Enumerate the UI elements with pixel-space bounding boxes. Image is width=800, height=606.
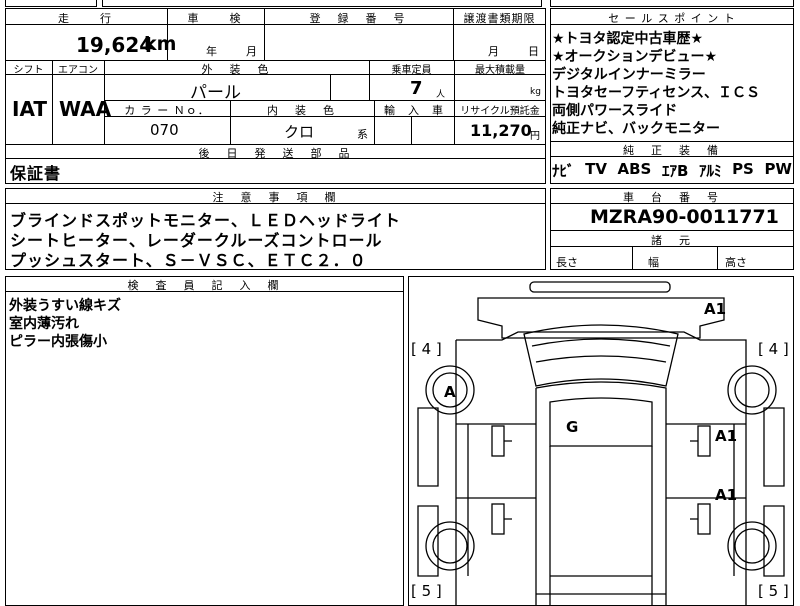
interior-color-suffix: 系 bbox=[357, 128, 368, 141]
front-bumper-outline bbox=[529, 281, 671, 293]
equipment-item: ｴｱB bbox=[661, 162, 689, 180]
sales-point-item: デジタルインナーミラー bbox=[552, 67, 706, 83]
top-strip-left bbox=[5, 0, 97, 7]
damage-mark-a1-right-front: A1 bbox=[715, 427, 738, 445]
dimensions-label: 諸 元 bbox=[651, 234, 693, 247]
tire-bracket-front-right: [ 4 ] bbox=[758, 340, 789, 358]
exterior-color-label: 外 装 色 bbox=[201, 63, 272, 76]
sales-points-label: セ ー ル ス ポ イ ン ト bbox=[608, 12, 736, 25]
capacity-label: 乗車定員 bbox=[391, 65, 432, 76]
equipment-item: ﾅﾋﾞ bbox=[552, 162, 575, 180]
shift-label: シフト bbox=[13, 65, 44, 76]
notes-label: 注 意 事 項 欄 bbox=[212, 191, 339, 204]
equipment-item: PW bbox=[764, 160, 792, 178]
transfer-day: 日 bbox=[528, 45, 539, 58]
sales-point-item: ★トヨタ認定中古車歴★ bbox=[552, 31, 704, 47]
equipment-item: PS bbox=[732, 160, 754, 178]
body-outline bbox=[455, 331, 747, 606]
capacity-unit: 人 bbox=[436, 90, 446, 100]
equipment-item: ｱﾙﾐ bbox=[698, 162, 722, 180]
later-parts-value: 保証書 bbox=[10, 164, 62, 183]
sales-point-item: 両側パワースライド bbox=[552, 103, 678, 119]
equipment-item: ABS bbox=[617, 160, 652, 178]
sales-point-item: ★オークションデビュー★ bbox=[552, 49, 718, 65]
sales-point-item: 純正ナビ、バックモニター bbox=[552, 121, 720, 137]
equipment-item: TV bbox=[585, 160, 607, 178]
damage-mark-a-left: A bbox=[444, 383, 456, 401]
recycle-label: リサイクル預託金 bbox=[460, 106, 540, 117]
dimension-width: 幅 bbox=[648, 256, 659, 269]
inspector-label: 検 査 員 記 入 欄 bbox=[127, 279, 282, 292]
recycle-fee-value: 11,270 bbox=[470, 121, 532, 140]
inspection-year: 年 bbox=[206, 45, 217, 58]
aircon-label: エアコン bbox=[58, 65, 98, 76]
notes-line: プッシュスタート、Ｓ－ＶＳＣ、ＥＴＣ２．０ bbox=[10, 251, 367, 270]
top-strip-right bbox=[550, 0, 794, 7]
transfer-month: 月 bbox=[488, 45, 499, 58]
dimension-length: 長さ bbox=[556, 256, 578, 269]
import-label: 輸 入 車 bbox=[384, 104, 444, 117]
inspector-line: 室内薄汚れ bbox=[9, 316, 79, 332]
inspection-label: 車 検 bbox=[187, 12, 244, 25]
left-door-outline bbox=[456, 423, 536, 576]
interior-color-value: クロ bbox=[284, 123, 315, 141]
tire-bracket-front-left: [ 4 ] bbox=[411, 340, 442, 358]
sales-point-item: トヨタセーフティセンス、ＩＣＳ bbox=[552, 85, 761, 101]
mileage-value: 19,624 bbox=[76, 33, 154, 57]
max-load-unit: kg bbox=[530, 87, 541, 97]
transfer-deadline-label: 譲渡書類期限 bbox=[463, 12, 536, 25]
left-mirror-outline bbox=[417, 407, 439, 577]
registration-label: 登 録 番 号 bbox=[309, 12, 408, 25]
dimension-height: 高さ bbox=[725, 256, 747, 269]
damage-mark-a1-top: A1 bbox=[704, 300, 727, 318]
right-mirror-outline bbox=[763, 407, 785, 577]
later-parts-label: 後 日 発 送 部 品 bbox=[198, 147, 353, 160]
capacity-value: 7 bbox=[410, 78, 423, 99]
mileage-unit: km bbox=[144, 33, 177, 55]
inspector-line: ピラー内張傷小 bbox=[9, 334, 107, 350]
max-load-label: 最大積載量 bbox=[475, 65, 525, 76]
damage-mark-g-center: G bbox=[566, 418, 579, 436]
color-no-label: カ ラ ー Ｎｏ． bbox=[124, 104, 210, 117]
standard-equipment-label: 純 正 装 備 bbox=[623, 144, 721, 157]
color-no-value: 070 bbox=[150, 121, 179, 139]
tire-bracket-rear-left: [ 5 ] bbox=[411, 582, 442, 600]
exterior-color-value: パール bbox=[190, 83, 241, 103]
roof-outline bbox=[535, 381, 667, 606]
inspection-month: 月 bbox=[246, 45, 257, 58]
interior-color-label: 内 装 色 bbox=[267, 104, 337, 117]
top-strip-mid bbox=[102, 0, 542, 7]
chassis-value: MZRA90-0011771 bbox=[590, 206, 779, 228]
tire-bracket-rear-right: [ 5 ] bbox=[758, 582, 789, 600]
chassis-label: 車 台 番 号 bbox=[623, 191, 721, 204]
shift-value: IAT bbox=[12, 97, 48, 121]
sales-points-list: ★トヨタ認定中古車歴★ ★オークションデビュー★ デジタルインナーミラー トヨタ… bbox=[552, 28, 761, 137]
inspector-line: 外装うすい線キズ bbox=[9, 298, 121, 314]
standard-equipment-items: ﾅﾋﾞ TV ABS ｴｱB ｱﾙﾐ PS PW bbox=[552, 160, 792, 181]
mileage-label: 走 行 bbox=[58, 12, 114, 25]
recycle-fee-unit: 円 bbox=[530, 131, 540, 142]
damage-mark-a1-right-rear: A1 bbox=[715, 486, 738, 504]
